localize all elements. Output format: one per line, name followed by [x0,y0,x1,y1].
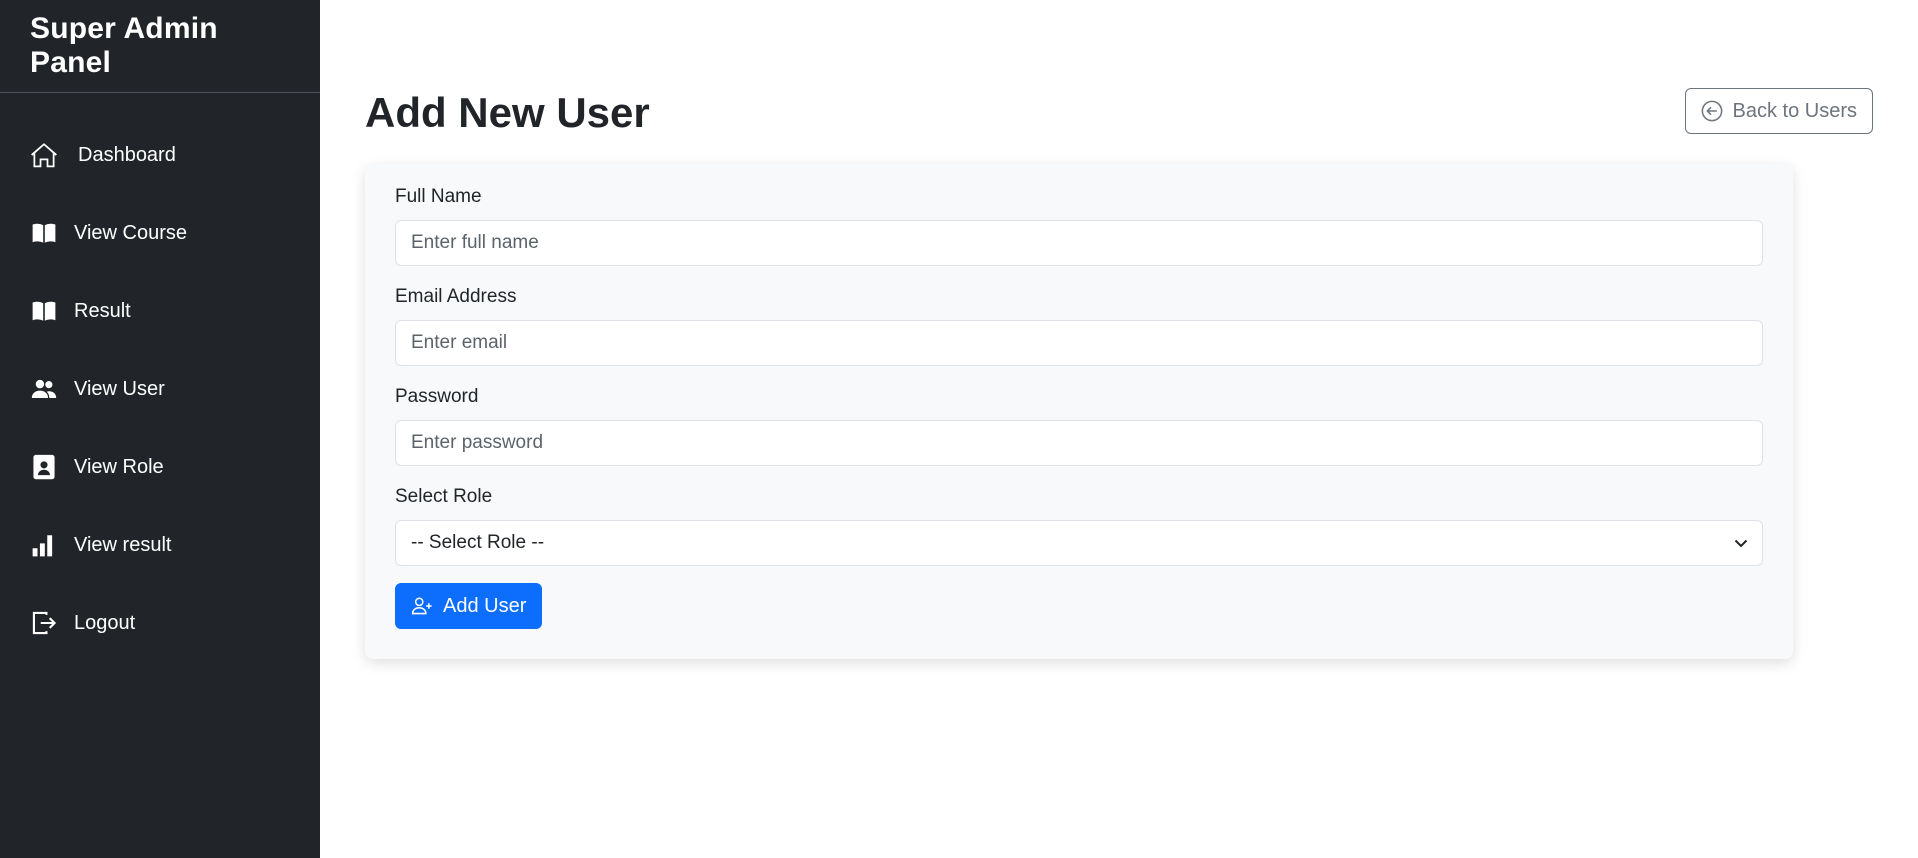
main-content: Add New User Back to Users Full Name Ema… [320,0,1918,858]
sidebar-item-label: View User [74,377,165,400]
sidebar-item-view-user[interactable]: View User [0,350,320,428]
bar-chart-icon [30,531,58,559]
person-plus-icon [411,595,433,617]
sidebar-item-label: View Course [74,221,188,244]
password-group: Password [395,386,1763,466]
role-select[interactable]: -- Select Role -- [395,520,1763,566]
app-root: Super Admin Panel Dashboard View Course [0,0,1918,858]
back-to-users-button[interactable]: Back to Users [1684,88,1873,134]
back-button-label: Back to Users [1732,99,1857,122]
role-group: Select Role -- Select Role -- [395,486,1763,566]
brand-title: Super Admin Panel [0,0,320,93]
page-header: Add New User Back to Users [365,78,1873,148]
role-select-wrapper: -- Select Role -- [395,520,1763,566]
email-input[interactable] [395,320,1763,366]
book-icon [30,219,58,247]
chevron-down-icon [1733,535,1749,551]
sidebar-nav: Dashboard View Course Result View User V… [0,116,320,662]
sidebar-item-label: View result [74,533,172,556]
sidebar-item-label: View Role [74,455,164,478]
email-group: Email Address [395,286,1763,366]
sidebar-item-view-result[interactable]: View result [0,506,320,584]
sidebar-item-logout[interactable]: Logout [0,584,320,662]
full-name-group: Full Name [395,186,1763,266]
email-label: Email Address [395,286,517,307]
sidebar-item-dashboard[interactable]: Dashboard [0,116,320,194]
role-label: Select Role [395,486,493,507]
password-input[interactable] [395,420,1763,466]
sidebar-item-label: Result [74,299,131,322]
full-name-input[interactable] [395,220,1763,266]
book-icon [30,297,58,325]
users-icon [30,375,58,403]
person-badge-icon [30,453,58,481]
sidebar-item-view-course[interactable]: View Course [0,194,320,272]
arrow-left-circle-icon [1701,100,1723,122]
sidebar-item-label: Dashboard [78,143,176,166]
sidebar-item-view-role[interactable]: View Role [0,428,320,506]
page-title: Add New User [365,89,650,136]
add-user-button[interactable]: Add User [395,583,543,629]
house-icon [30,141,58,169]
add-user-button-label: Add User [443,594,527,617]
sidebar: Super Admin Panel Dashboard View Course [0,0,320,858]
full-name-label: Full Name [395,186,482,207]
sidebar-item-label: Logout [74,611,136,634]
logout-icon [30,609,58,637]
password-label: Password [395,386,479,407]
sidebar-item-result[interactable]: Result [0,272,320,350]
role-select-value: -- Select Role -- [411,532,545,553]
add-user-form-card: Full Name Email Address Password Select … [365,164,1793,659]
